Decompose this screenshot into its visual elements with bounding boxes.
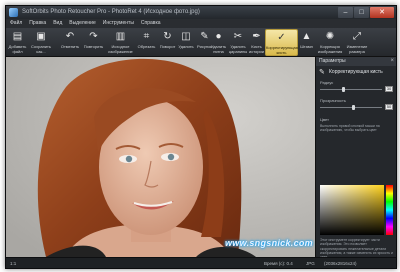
color-description: Выполнить правой кнопкой мыши на изображ… xyxy=(320,124,380,133)
radius-slider[interactable] xyxy=(320,87,382,92)
original-image-button[interactable]: ▥ Исходное изображение xyxy=(107,29,134,56)
original-image-icon: ▥ xyxy=(115,31,126,42)
scratch-icon: ✂ xyxy=(233,31,243,42)
status-bar: 1:1 Время (с): 0.4 JPG (2036x2816x24) xyxy=(6,257,396,268)
radius-label: Радиус xyxy=(320,80,334,85)
panel-close-icon[interactable]: × xyxy=(390,57,394,66)
panel-header: Параметры × xyxy=(316,57,396,66)
crop-button[interactable]: ⌗ Обрезать xyxy=(137,29,156,56)
menu-edit[interactable]: Правка xyxy=(29,19,46,28)
rotate-icon: ↻ xyxy=(163,31,172,42)
correction-brush-icon: ✓ xyxy=(277,32,286,43)
transparency-label: Прозрачность xyxy=(320,98,346,103)
color-label: Цвет xyxy=(320,117,329,122)
resize-icon: ⤢ xyxy=(353,31,361,42)
remove-spots-button[interactable]: ● Удалить пятна xyxy=(209,29,228,56)
hue-bar[interactable] xyxy=(386,185,393,235)
menu-selection[interactable]: Выделение xyxy=(69,19,96,28)
tool-title: ✎ Корректирующая кисть xyxy=(319,69,383,76)
erase-button[interactable]: ◫ Удалить xyxy=(177,29,195,56)
parameters-panel: Параметры × ✎ Корректирующая кисть Радиу… xyxy=(315,57,396,259)
image-correction-button[interactable]: ✺ Коррекция изображения xyxy=(317,29,343,56)
redo-button[interactable]: ↷ Повторить xyxy=(82,29,105,56)
close-button[interactable]: ✕ xyxy=(370,7,394,18)
watermark: www.sngsnick.com xyxy=(225,238,313,248)
rotate-button[interactable]: ↻ Поворот xyxy=(157,29,178,56)
menu-tools[interactable]: Инструменты xyxy=(103,19,134,28)
transparency-value[interactable]: 50 xyxy=(385,104,393,110)
menu-view[interactable]: Вид xyxy=(53,19,62,28)
save-icon: ▣ xyxy=(36,31,46,42)
resize-button[interactable]: ⤢ Изменение размера xyxy=(346,29,368,56)
portrait-photo xyxy=(6,57,315,257)
crop-icon: ⌗ xyxy=(143,31,150,42)
undo-icon: ↶ xyxy=(65,31,75,42)
maximize-button[interactable]: □ xyxy=(354,7,369,18)
color-picker[interactable] xyxy=(320,185,384,235)
image-canvas[interactable] xyxy=(6,57,315,257)
minimize-button[interactable]: – xyxy=(338,7,353,18)
menu-help[interactable]: Справка xyxy=(141,19,161,28)
undo-button[interactable]: ↶ Отменить xyxy=(59,29,81,56)
add-file-icon: ▤ xyxy=(12,31,23,42)
transparency-slider-thumb[interactable] xyxy=(352,105,355,110)
history-brush-button[interactable]: ✒ Кисть истории xyxy=(248,29,265,56)
menu-bar: Файл Правка Вид Выделение Инструменты Сп… xyxy=(6,19,396,28)
stamp-button[interactable]: ▲ Штамп xyxy=(298,29,315,56)
app-icon xyxy=(9,8,18,17)
add-file-button[interactable]: ▤ Добавить файл xyxy=(8,29,27,56)
zoom-level[interactable]: 1:1 xyxy=(10,261,16,266)
image-format: JPG xyxy=(306,261,315,266)
menu-file[interactable]: Файл xyxy=(10,19,22,28)
image-size: (2036x2816x24) xyxy=(324,261,357,266)
app-window: SoftOrbits Photo Retoucher Pro - PhotoRe… xyxy=(5,5,397,269)
title-bar: SoftOrbits Photo Retoucher Pro - PhotoRe… xyxy=(6,6,396,19)
correction-brush-button[interactable]: ✓ Корректирующая кисть xyxy=(265,29,298,56)
transparency-slider[interactable] xyxy=(320,105,382,110)
adjust-icon: ✺ xyxy=(325,31,335,42)
spot-icon: ● xyxy=(215,31,222,42)
toolbar: ▤ Добавить файл ▣ Сохранить как... ↶ Отм… xyxy=(6,28,396,57)
history-brush-icon: ✒ xyxy=(252,31,261,42)
stamp-icon: ▲ xyxy=(301,31,312,42)
redo-icon: ↷ xyxy=(89,31,98,42)
save-as-button[interactable]: ▣ Сохранить как... xyxy=(29,29,53,56)
window-title: SoftOrbits Photo Retoucher Pro - PhotoRe… xyxy=(22,9,200,15)
brush-icon: ✎ xyxy=(319,69,325,76)
processing-time: Время (с): 0.4 xyxy=(264,261,293,266)
radius-slider-thumb[interactable] xyxy=(342,87,345,92)
radius-value[interactable]: 30 xyxy=(385,86,393,92)
remove-scratches-button[interactable]: ✂ Удалить царапины xyxy=(227,29,249,56)
eraser-icon: ◫ xyxy=(181,31,191,42)
